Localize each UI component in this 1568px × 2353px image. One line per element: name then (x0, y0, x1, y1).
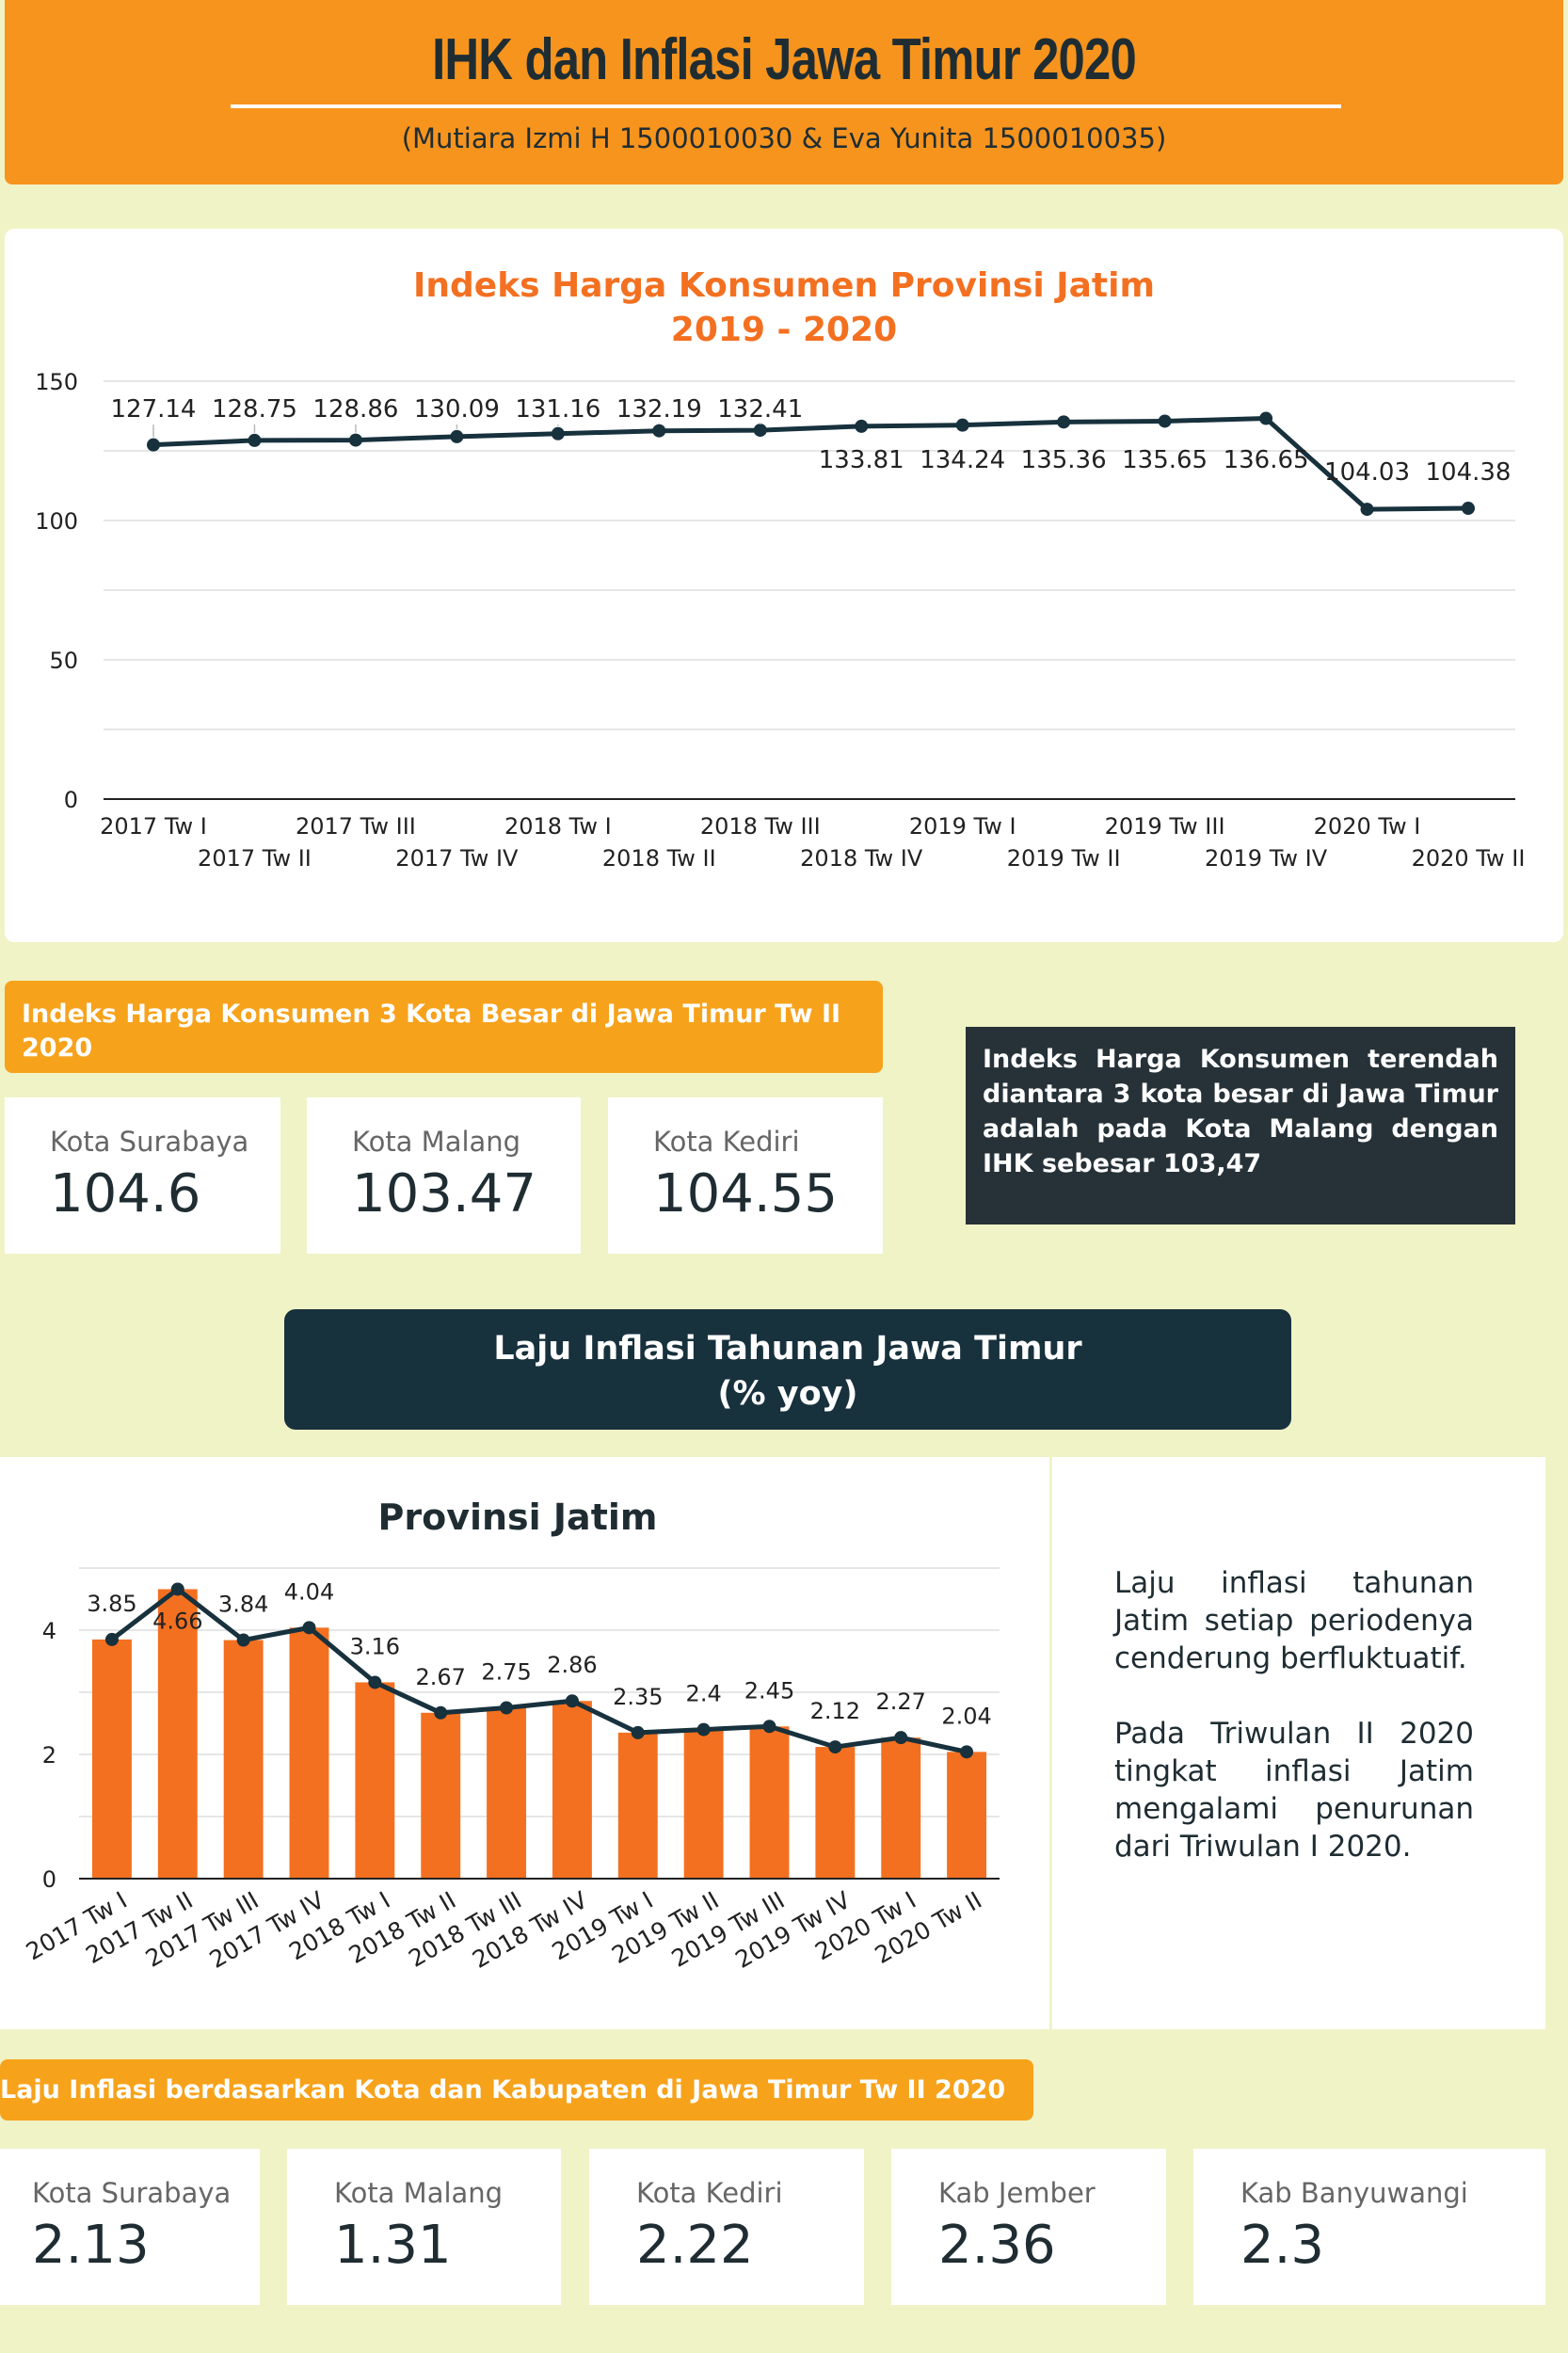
card-label: Kab Banyuwangi (1240, 2177, 1468, 2209)
card-value: 2.36 (938, 2215, 1056, 2276)
inflation-bar (421, 1712, 461, 1879)
inflation-bar (91, 1639, 132, 1879)
kab-card-jember: Kab Jember 2.36 (891, 2149, 1166, 2305)
inflation-data-point (894, 1731, 908, 1745)
card-label: Kota Surabaya (32, 2177, 232, 2209)
inflation-bar (683, 1729, 724, 1879)
inflation-bar (289, 1627, 329, 1879)
inflation-data-point (565, 1694, 579, 1708)
kab-card-banyuwangi: Kab Banyuwangi 2.3 (1193, 2149, 1545, 2305)
inflation-data-label: 2.12 (810, 1698, 860, 1724)
inflation-data-point (236, 1633, 250, 1647)
inflation-data-label: 3.84 (218, 1592, 268, 1618)
card-value: 2.22 (636, 2215, 754, 2276)
kab-card-kediri: Kota Kediri 2.22 (589, 2149, 864, 2305)
inflation-bar (552, 1701, 592, 1879)
inflation-bar (815, 1747, 856, 1879)
y-tick-label: 4 (42, 1618, 56, 1644)
inflation-bar (881, 1737, 921, 1879)
inflation-data-label: 4.66 (152, 1608, 202, 1634)
inflation-bar (223, 1640, 264, 1879)
card-label: Kota Malang (334, 2177, 504, 2209)
inflation-data-point (368, 1675, 382, 1689)
kab-card-surabaya: Kota Surabaya 2.13 (0, 2149, 260, 2305)
card-value: 2.13 (32, 2215, 150, 2276)
inflation-data-label: 2.67 (415, 1664, 465, 1690)
y-tick-label: 0 (42, 1866, 56, 1893)
inflation-data-label: 2.27 (875, 1689, 925, 1715)
inflation-paragraph-2: Pada Triwulan II 2020 tingkat inflasi Ja… (1114, 1717, 1474, 1864)
inflation-data-point (104, 1632, 119, 1646)
kab-inflasi-label: Laju Inflasi berdasarkan Kota dan Kabupa… (0, 2059, 1033, 2121)
kab-card-malang: Kota Malang 1.31 (287, 2149, 561, 2305)
inflation-data-point (434, 1705, 448, 1720)
inflation-data-point (960, 1745, 974, 1759)
inflation-data-point (500, 1701, 514, 1715)
inflation-bar (487, 1707, 527, 1879)
inflation-data-label: 2.04 (941, 1703, 991, 1729)
inflation-data-point (170, 1582, 184, 1596)
inflation-bar (947, 1752, 987, 1879)
inflation-data-label: 2.4 (686, 1681, 722, 1707)
inflation-bar (355, 1682, 395, 1879)
y-tick-label: 2 (42, 1742, 56, 1769)
inflation-data-label: 2.86 (547, 1652, 597, 1678)
inflation-data-point (828, 1740, 842, 1754)
inflation-data-point (696, 1722, 711, 1737)
inflation-data-point (302, 1621, 316, 1635)
inflation-data-label: 2.35 (613, 1684, 663, 1710)
inflation-data-label: 3.16 (350, 1633, 400, 1659)
inflation-data-label: 2.75 (481, 1659, 531, 1686)
inflation-data-point (762, 1720, 776, 1734)
inflation-data-label: 2.45 (744, 1677, 794, 1704)
card-value: 1.31 (334, 2215, 452, 2276)
inflation-paragraph-1: Laju inflasi tahunan Jatim setiap period… (1114, 1566, 1474, 1675)
inflation-bar (617, 1732, 658, 1879)
card-value: 2.3 (1240, 2215, 1325, 2276)
inflation-data-point (631, 1725, 645, 1739)
inflation-data-label: 3.85 (87, 1591, 136, 1617)
card-label: Kota Kediri (636, 2177, 783, 2209)
card-label: Kab Jember (938, 2177, 1096, 2209)
inflation-bar (749, 1726, 790, 1879)
inflation-data-label: 4.04 (284, 1578, 334, 1605)
